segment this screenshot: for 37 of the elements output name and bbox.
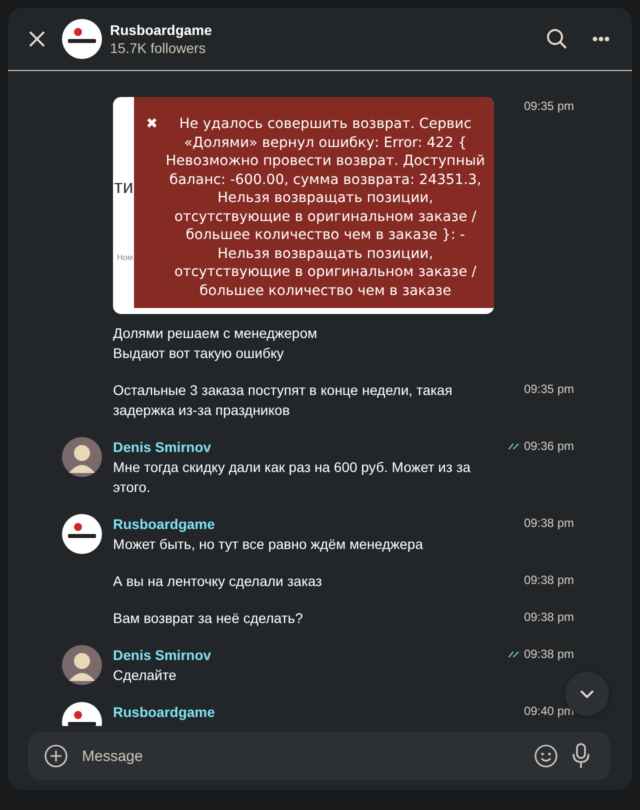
- message-time: 09:35 pm: [524, 382, 574, 396]
- add-icon[interactable]: [44, 744, 68, 768]
- screenshot-heading: ти: [114, 177, 134, 199]
- message-composer[interactable]: Message: [28, 732, 610, 780]
- message-time: 09:38 pm: [524, 516, 574, 530]
- message-text: А вы на ленточку сделали заказ: [113, 572, 323, 591]
- search-icon[interactable]: [546, 28, 568, 50]
- channel-logo-icon: [62, 19, 102, 59]
- close-icon[interactable]: [28, 30, 46, 48]
- message-text: Вам возврат за неё сделать?: [113, 609, 304, 628]
- message-time: 09:36 pm: [524, 439, 574, 453]
- sender-name: Rusboardgame: [113, 703, 216, 722]
- more-icon[interactable]: [592, 36, 610, 42]
- logo-icon: [62, 514, 102, 554]
- message-text: Сделайте: [113, 666, 178, 685]
- sender-name: Rusboardgame: [113, 515, 216, 534]
- message-field[interactable]: Message: [82, 748, 520, 764]
- message-time: 09:38 pm: [524, 573, 574, 587]
- screenshot-hint: Ном: [117, 253, 134, 262]
- avatar-icon: [62, 645, 102, 685]
- message-time: 09:38 pm: [524, 647, 574, 661]
- message-text: Долями решаем с менеджером Выдают вот такую ошибку: [113, 324, 318, 363]
- sender-name: Denis Smirnov: [113, 438, 212, 457]
- emoji-icon[interactable]: [534, 744, 558, 768]
- microphone-icon[interactable]: [572, 743, 590, 769]
- avatar-icon: [62, 437, 102, 477]
- channel-title: Rusboardgame: [110, 22, 213, 38]
- error-icon: ✖: [146, 115, 158, 134]
- message-text: Мне тогда скидку дали как раз на 600 руб. Может из за этого.: [113, 458, 472, 497]
- message-text: Может быть, но тут все равно ждём менеджера: [113, 535, 424, 554]
- chevron-down-icon: [580, 690, 594, 698]
- error-message: Не удалось совершить возврат. Сервис «Долями» вернул ошибку: Error: 422 { Невозможно провести возврат. Доступный баланс: -600.00, сумма возврата: 24351.3, Нельзя возвращать позиции, отсутствующие в оригинальном заказе / большее количество чем в заказе }: - Нельзя возвращать позиции, отсутствующие в оригинальном заказе / большее количество чем в заказе: [164, 115, 486, 300]
- sender-name: Denis Smirnov: [113, 646, 212, 665]
- message-text: Остальные 3 заказа поступят в конце недели, такая задержка из-за праздников: [113, 381, 454, 420]
- message-time: 09:38 pm: [524, 610, 574, 624]
- follower-count: 15.7K followers: [110, 40, 207, 56]
- message-time: 09:35 pm: [524, 99, 574, 113]
